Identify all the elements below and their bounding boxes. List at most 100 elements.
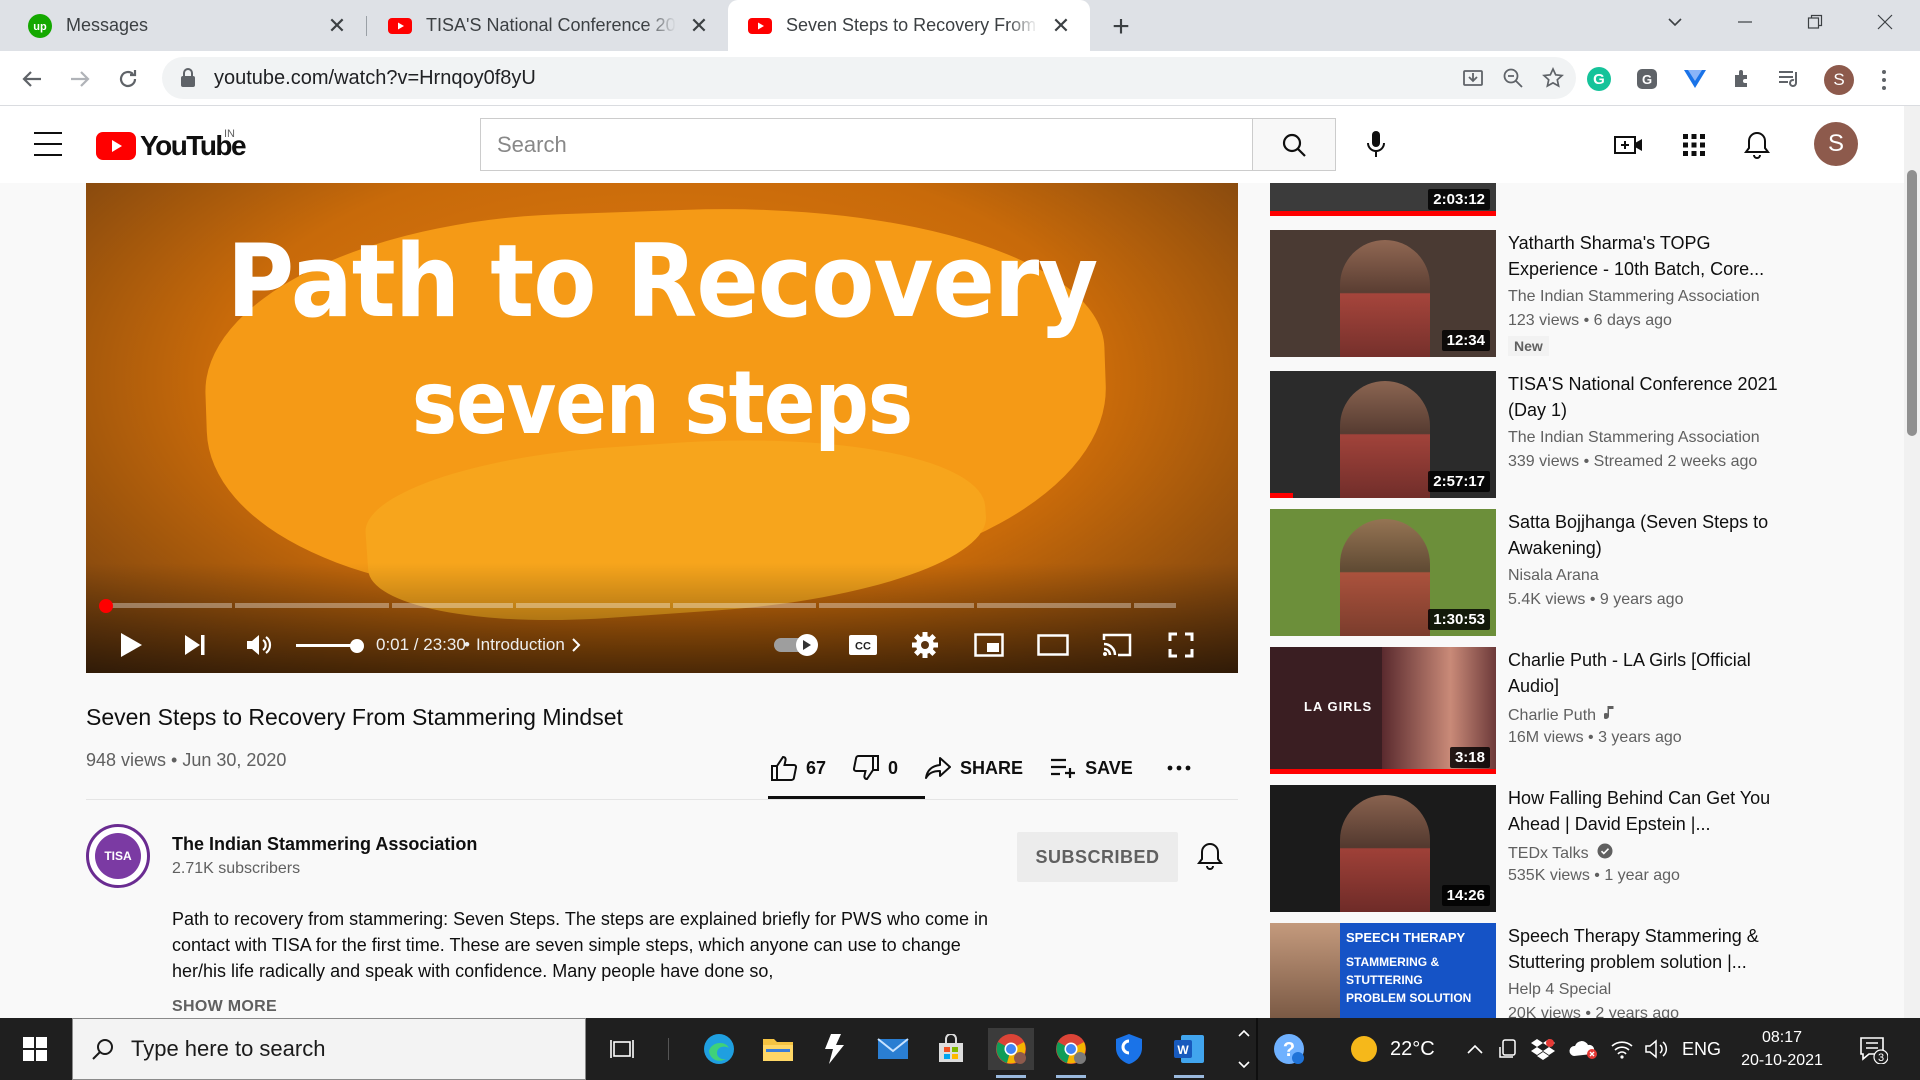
weather-temperature[interactable]: 22°C xyxy=(1390,1018,1435,1080)
back-icon[interactable] xyxy=(14,61,50,97)
progress-bar[interactable] xyxy=(100,603,1224,608)
autoplay-toggle[interactable] xyxy=(774,634,820,656)
install-app-icon[interactable] xyxy=(1460,65,1486,91)
recommended-channel-name[interactable]: Charlie Puth xyxy=(1508,705,1616,726)
video-thumbnail[interactable]: LA GIRLS 3:18 xyxy=(1270,647,1496,774)
youtube-logo[interactable]: YouTube IN xyxy=(96,128,247,162)
system-clock[interactable]: 08:17 20-10-2021 xyxy=(1724,1026,1840,1072)
word-icon[interactable]: W xyxy=(1166,1028,1212,1078)
chapter-segment[interactable] xyxy=(515,603,671,608)
close-window-icon[interactable] xyxy=(1850,0,1920,44)
chrome-icon[interactable] xyxy=(1048,1028,1094,1078)
show-more-button[interactable]: SHOW MORE xyxy=(172,998,277,1016)
dislike-button[interactable]: 0 xyxy=(852,755,898,781)
video-thumbnail[interactable]: SPEECH THERAPY STAMMERING & STUTTERING PROB… xyxy=(1270,923,1496,1018)
chapter-segment[interactable] xyxy=(234,603,390,608)
video-thumbnail[interactable]: 14:26 xyxy=(1270,785,1496,912)
recommended-video[interactable]: SPEECH THERAPY STAMMERING & STUTTERING PROB… xyxy=(1270,923,1790,1022)
action-center-icon[interactable]: 3 xyxy=(1858,1034,1889,1065)
subscribed-button[interactable]: SUBSCRIBED xyxy=(1017,832,1178,882)
page-scrollbar[interactable] xyxy=(1904,106,1920,1018)
recommended-video[interactable]: 1:30:53 Satta Bojjhanga (Seven Steps to A… xyxy=(1270,509,1790,636)
voice-search-button[interactable] xyxy=(1356,124,1396,164)
video-player[interactable]: Path to Recovery seven steps 0:01 / 23:3… xyxy=(86,183,1238,673)
dropbox-icon[interactable] xyxy=(1530,1018,1556,1080)
extension-icon[interactable]: G xyxy=(1632,64,1662,94)
chapter-segment[interactable] xyxy=(392,603,513,608)
microsoft-store-icon[interactable] xyxy=(928,1028,974,1070)
edge-browser-icon[interactable] xyxy=(696,1028,742,1070)
account-avatar[interactable]: S xyxy=(1814,122,1858,166)
chapter-segment[interactable] xyxy=(1134,603,1176,608)
close-tab-icon[interactable]: ✕ xyxy=(686,13,712,39)
recommended-video-title[interactable]: Satta Bojjhanga (Seven Steps to Awakenin… xyxy=(1508,509,1788,561)
recommended-video-title[interactable]: Speech Therapy Stammering & Stuttering p… xyxy=(1508,923,1788,975)
bookmark-star-icon[interactable] xyxy=(1540,65,1566,91)
browser-profile-avatar[interactable]: S xyxy=(1824,65,1854,95)
video-thumbnail[interactable]: 1:30:53 xyxy=(1270,509,1496,636)
apps-grid-icon[interactable] xyxy=(1677,128,1711,162)
save-button[interactable]: SAVE xyxy=(1049,757,1133,779)
shield-extension-icon[interactable] xyxy=(1680,64,1710,94)
chapter-segment[interactable] xyxy=(673,603,817,608)
search-button[interactable] xyxy=(1252,118,1336,171)
power-automate-icon[interactable] xyxy=(812,1028,858,1070)
recommended-channel-name[interactable]: The Indian Stammering Association xyxy=(1508,288,1760,306)
wifi-icon[interactable] xyxy=(1610,1018,1634,1080)
speaker-volume-icon[interactable] xyxy=(1644,1018,1668,1080)
restore-icon[interactable] xyxy=(1780,0,1850,44)
notifications-bell-icon[interactable] xyxy=(1740,128,1774,162)
share-button[interactable]: SHARE xyxy=(924,756,1023,780)
captions-icon[interactable]: CC xyxy=(844,627,882,663)
close-tab-icon[interactable]: ✕ xyxy=(1048,13,1074,39)
recommended-video[interactable]: 14:26 How Falling Behind Can Get You Ahea… xyxy=(1270,785,1790,912)
cast-icon[interactable] xyxy=(1098,627,1136,663)
notification-bell-icon[interactable] xyxy=(1192,838,1228,874)
next-video-icon[interactable] xyxy=(176,627,214,663)
chrome-profile-icon[interactable] xyxy=(988,1028,1034,1078)
task-view-icon[interactable] xyxy=(600,1028,646,1070)
recommended-channel-name[interactable]: TEDx Talks xyxy=(1508,843,1613,864)
volume-icon[interactable] xyxy=(240,627,278,663)
chapter-segment[interactable] xyxy=(976,603,1132,608)
recommended-video-title[interactable]: How Falling Behind Can Get You Ahead | D… xyxy=(1508,785,1788,837)
grammarly-icon[interactable]: G xyxy=(1584,64,1614,94)
recommended-video[interactable]: 12:34 Yatharth Sharma's TOPG Experience -… xyxy=(1270,230,1790,357)
video-thumbnail[interactable]: 2:57:17 xyxy=(1270,371,1496,498)
new-tab-button[interactable]: + xyxy=(1104,10,1138,44)
chapter-segment[interactable] xyxy=(819,603,974,608)
settings-gear-icon[interactable] xyxy=(906,627,944,663)
play-icon[interactable] xyxy=(112,627,150,663)
volume-slider-track[interactable] xyxy=(296,644,356,647)
recommended-video[interactable]: LA GIRLS 3:18 Charlie Puth - LA Girls [Off… xyxy=(1270,647,1790,774)
more-actions-icon[interactable] xyxy=(1167,765,1191,771)
browser-menu-icon[interactable] xyxy=(1874,65,1894,95)
security-shield-icon[interactable] xyxy=(1106,1028,1152,1070)
recommended-channel-name[interactable]: Nisala Arana xyxy=(1508,567,1599,585)
theater-mode-icon[interactable] xyxy=(1034,627,1072,663)
windows-start-icon[interactable] xyxy=(0,1018,70,1080)
scrollbar-thumb[interactable] xyxy=(1907,170,1917,436)
recommended-video-title[interactable]: Yatharth Sharma's TOPG Experience - 10th… xyxy=(1508,230,1788,282)
recommended-video-title[interactable]: Charlie Puth - LA Girls [Official Audio] xyxy=(1508,647,1788,699)
close-tab-icon[interactable]: ✕ xyxy=(324,13,350,39)
onedrive-offline-icon[interactable] xyxy=(1568,1018,1598,1080)
like-button[interactable]: 67 xyxy=(770,755,826,781)
video-thumbnail[interactable]: 12:34 xyxy=(1270,230,1496,357)
recommended-channel-name[interactable]: The Indian Stammering Association xyxy=(1508,429,1760,447)
file-explorer-icon[interactable] xyxy=(755,1028,801,1070)
tab-search-icon[interactable] xyxy=(1640,0,1710,44)
miniplayer-icon[interactable] xyxy=(970,627,1008,663)
chapter-segment[interactable] xyxy=(100,603,232,608)
tab-seven-steps[interactable]: Seven Steps to Recovery From Stammering … xyxy=(728,0,1090,51)
chapter-title[interactable]: • Introduction xyxy=(464,635,581,655)
zoom-icon[interactable] xyxy=(1500,65,1526,91)
recommended-video[interactable]: 2:03:12 xyxy=(1270,183,1790,216)
create-video-icon[interactable] xyxy=(1612,128,1646,162)
recommended-video[interactable]: 2:57:17 TISA'S National Conference 2021 (… xyxy=(1270,371,1790,498)
reload-icon[interactable] xyxy=(110,61,146,97)
taskbar-search-box[interactable]: Type here to search xyxy=(72,1018,586,1080)
tab-tisa-conference[interactable]: TISA'S National Conference 2021 (Day 1) … xyxy=(366,0,728,51)
fullscreen-icon[interactable] xyxy=(1162,627,1200,663)
tray-overflow-icon[interactable] xyxy=(1236,1018,1252,1080)
